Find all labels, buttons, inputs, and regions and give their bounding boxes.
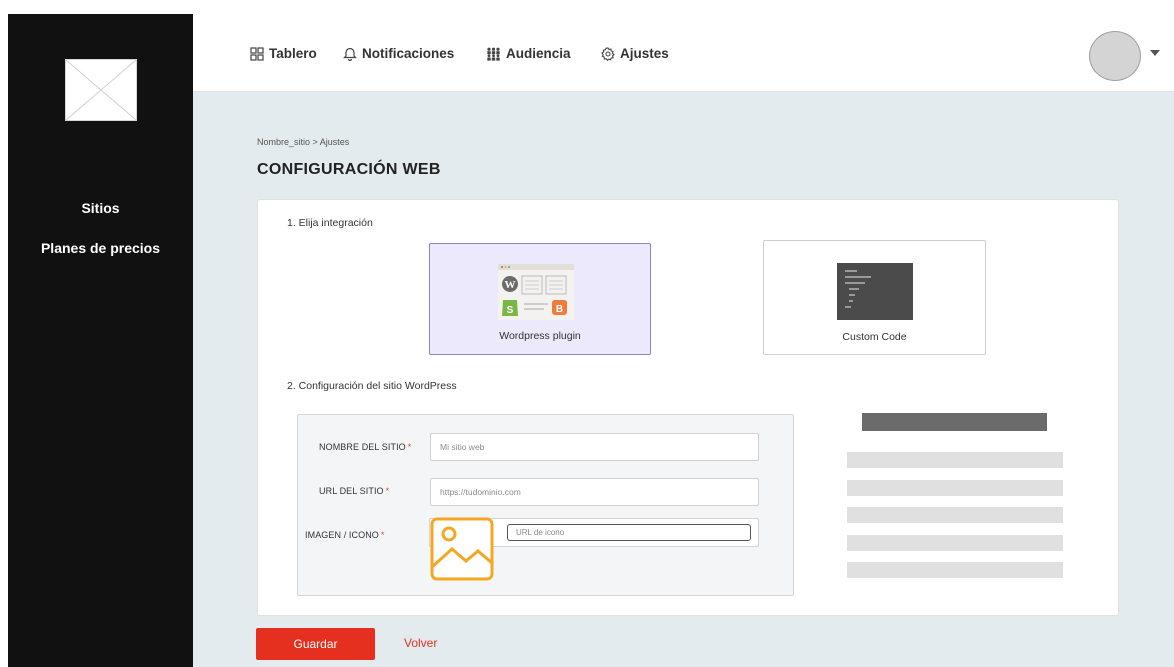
site-name-input[interactable] — [430, 433, 759, 461]
sidebar-item-sitios[interactable]: Sitios — [8, 200, 193, 216]
preview-line-placeholder — [847, 535, 1063, 551]
preview-line-placeholder — [847, 452, 1063, 468]
back-link[interactable]: Volver — [404, 636, 437, 650]
required-mark: * — [385, 486, 390, 496]
breadcrumb: Nombre_sitio > Ajustes — [257, 137, 350, 147]
nav-item-label: Audiencia — [506, 46, 571, 61]
icon-url-input[interactable] — [507, 524, 751, 541]
site-url-label: URL DEL SITIO * — [319, 486, 390, 496]
sidebar-item-planes-de-precios[interactable]: Planes de precios — [8, 240, 193, 256]
required-mark: * — [380, 530, 385, 540]
preview-line-placeholder — [847, 480, 1063, 496]
nav-item-tablero[interactable]: Tablero — [250, 46, 317, 61]
audience-icon — [486, 47, 501, 61]
nav-item-notificaciones[interactable]: Notificaciones — [343, 46, 454, 61]
option-label: Custom Code — [842, 331, 907, 343]
option-label: Wordpress plugin — [499, 330, 581, 342]
image-placeholder-icon — [65, 59, 137, 121]
option-wordpress-plugin[interactable]: W S B Wordpress plugin — [429, 243, 651, 355]
top-navigation: Tablero Notificaciones Audiencia Ajustes — [193, 14, 1174, 92]
step1-label: 1. Elija integración — [287, 217, 373, 229]
avatar[interactable] — [1089, 31, 1141, 81]
option-custom-code[interactable]: Custom Code — [763, 240, 986, 355]
page-title: CONFIGURACIÓN WEB — [257, 161, 441, 178]
nav-item-label: Notificaciones — [362, 46, 455, 61]
sidebar: Sitios Planes de precios — [8, 14, 193, 667]
preview-header-placeholder — [862, 413, 1047, 431]
nav-item-label: Tablero — [269, 46, 317, 61]
nav-item-label: Ajustes — [620, 46, 669, 61]
svg-text:B: B — [556, 304, 563, 315]
gear-icon — [601, 46, 615, 61]
caret-down-icon[interactable] — [1150, 50, 1160, 56]
preview-line-placeholder — [847, 507, 1063, 523]
required-mark: * — [407, 442, 412, 452]
cms-plugins-icon: W S B — [498, 264, 574, 325]
svg-text:W: W — [505, 279, 516, 291]
bell-icon — [343, 46, 357, 61]
image-icon[interactable] — [430, 517, 494, 586]
nav-item-ajustes[interactable]: Ajustes — [601, 46, 669, 61]
code-editor-icon — [837, 263, 913, 325]
step2-label: 2. Configuración del sitio WordPress — [287, 380, 457, 392]
nav-item-audiencia[interactable]: Audiencia — [486, 46, 571, 61]
preview-line-placeholder — [847, 562, 1063, 578]
site-url-input[interactable] — [430, 478, 759, 506]
image-icon-label: IMAGEN / ICONO * — [305, 530, 385, 540]
site-name-label: NOMBRE DEL SITIO * — [319, 442, 412, 452]
svg-text:S: S — [507, 305, 514, 316]
save-button[interactable]: Guardar — [256, 628, 375, 660]
dashboard-icon — [250, 46, 264, 61]
